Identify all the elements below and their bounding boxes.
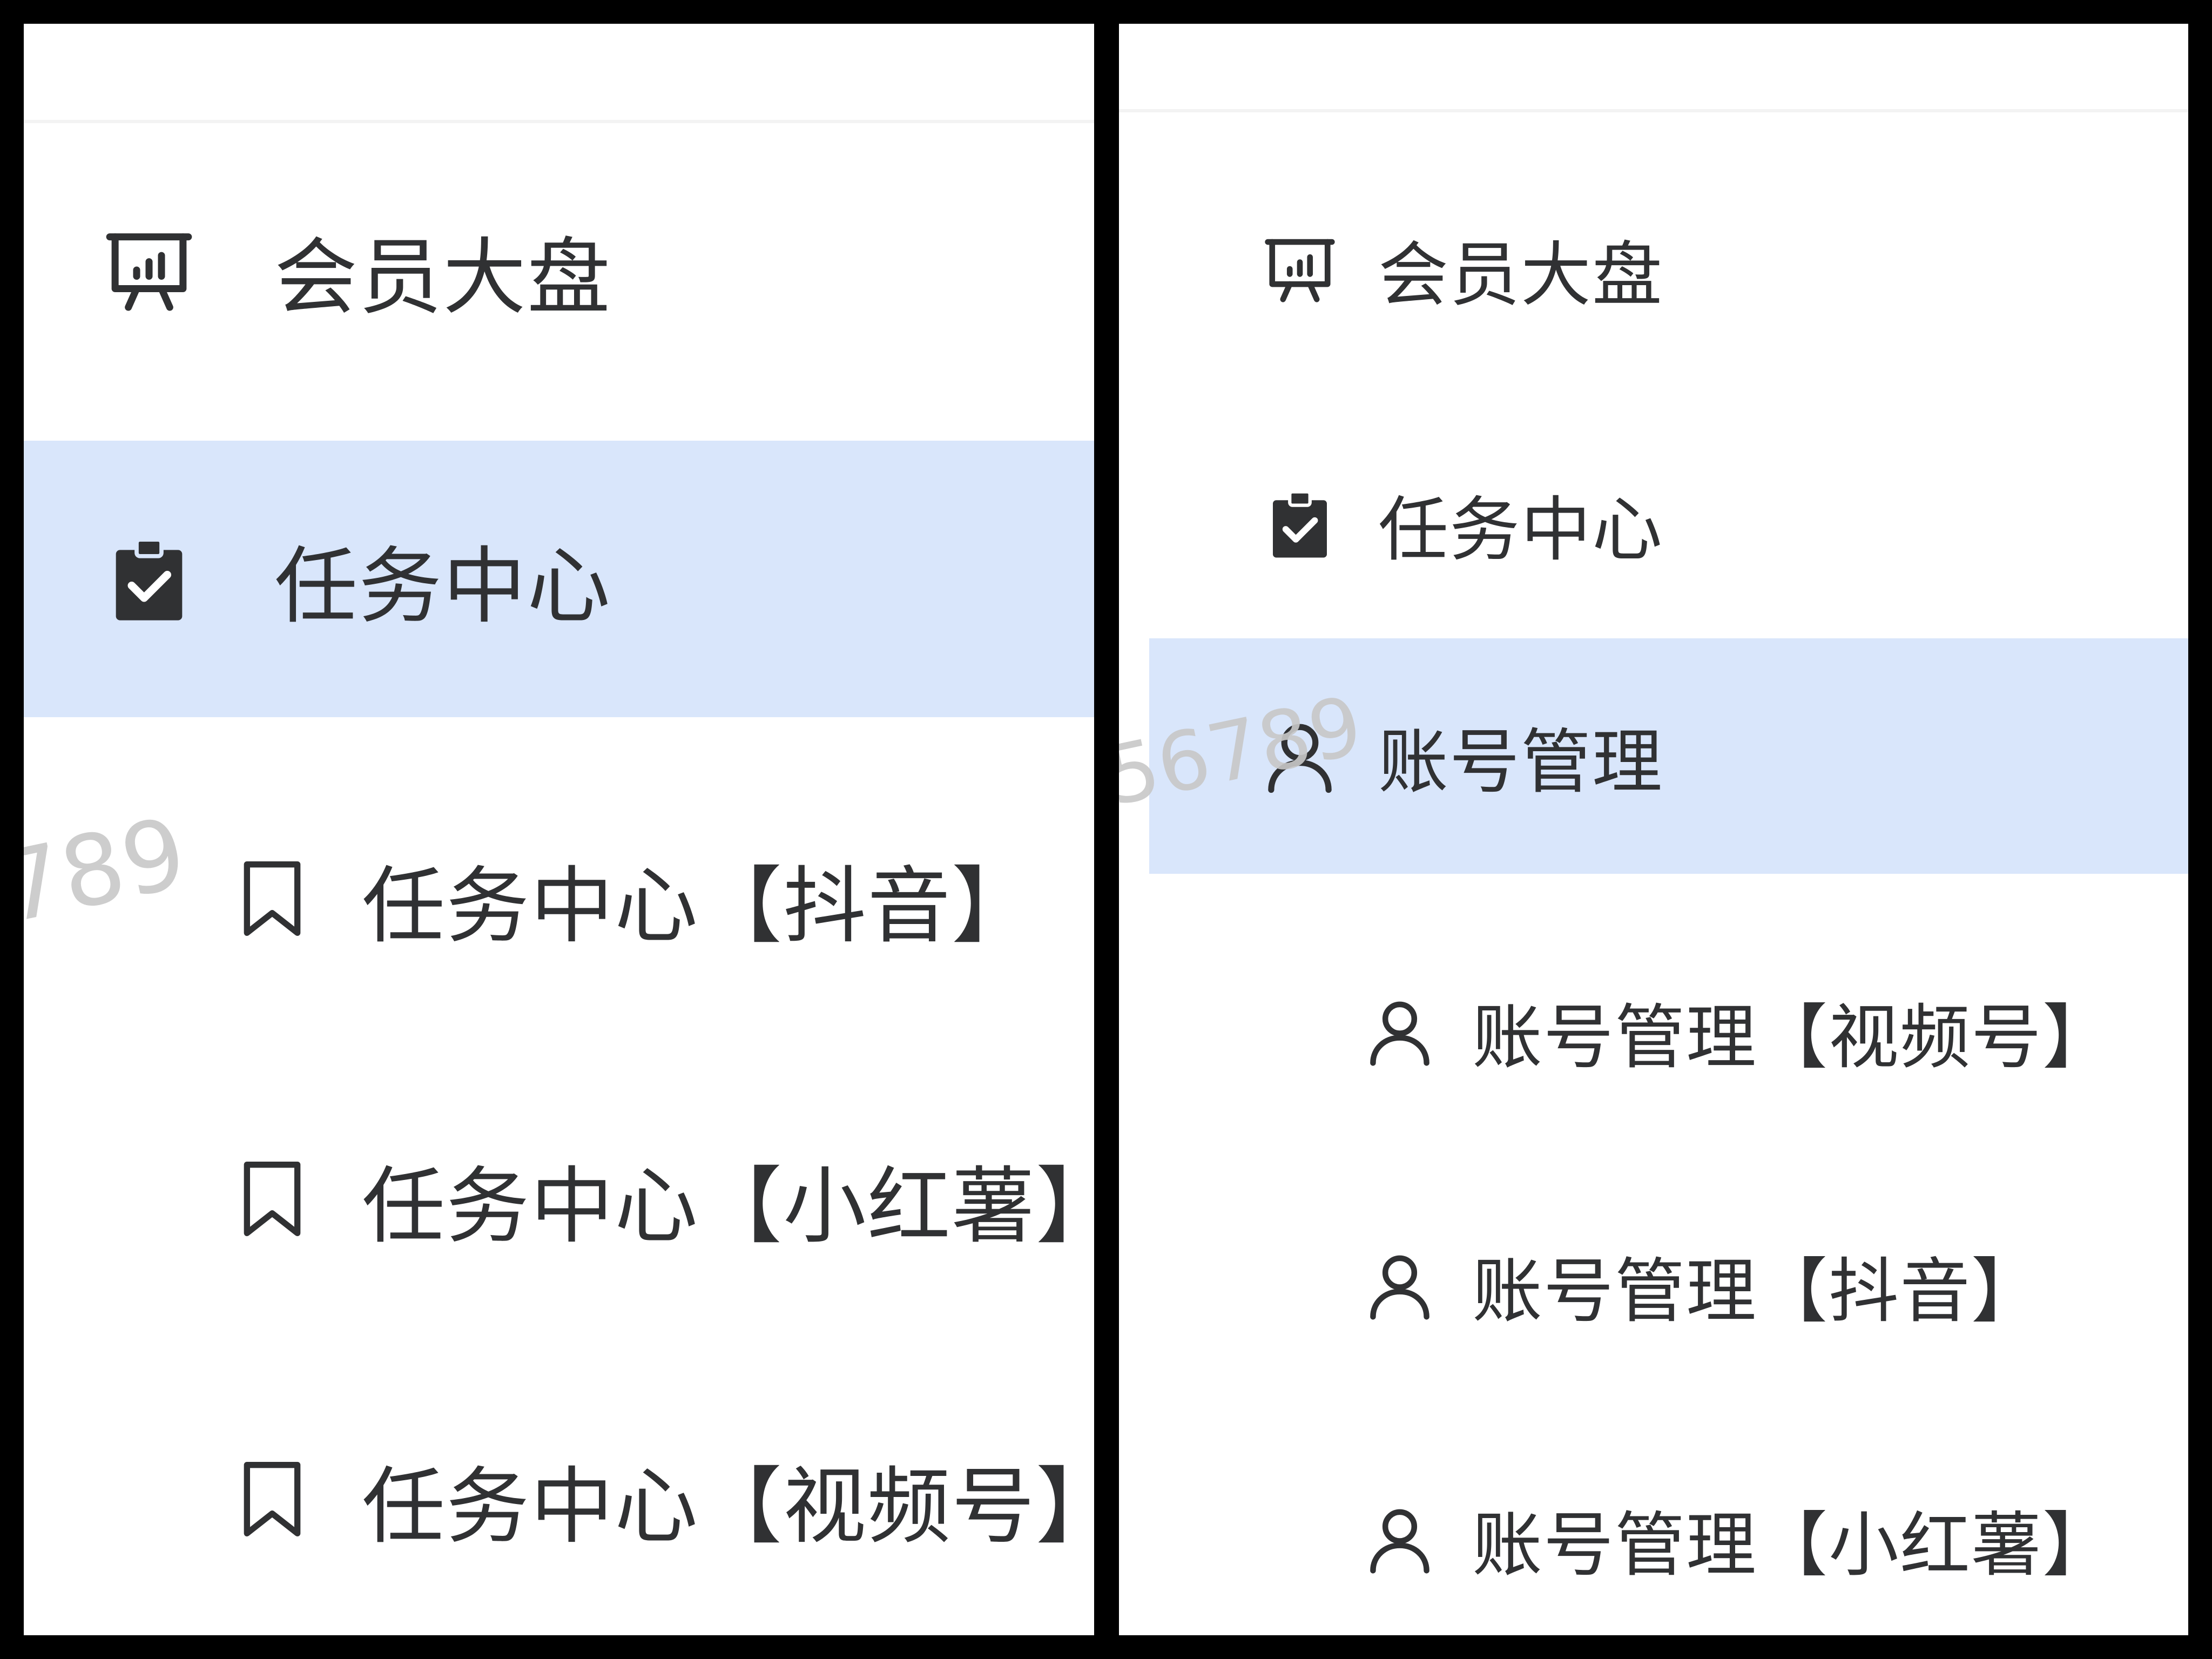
- right-sidebar-panel: 会员大盘 任务中心 账号管理 账号管理【视频号】 账号管理【抖音】 账号管理【小…: [1119, 24, 2188, 1635]
- presentation-board-icon: [99, 220, 199, 320]
- menu-label: 账号管理【视频号】: [1472, 996, 2114, 1078]
- menu-item-task-center[interactable]: 任务中心: [24, 441, 1094, 717]
- bookmark-icon: [229, 1449, 315, 1549]
- menu-item-task-center-douyin[interactable]: 任务中心【抖音】: [24, 796, 1094, 1001]
- menu-item-member-dashboard[interactable]: 会员大盘: [24, 200, 1094, 340]
- menu-item-account-xiaohongshu[interactable]: 账号管理【小红薯】: [1119, 1437, 2188, 1635]
- menu-label: 任务中心【视频号】: [362, 1458, 1094, 1555]
- menu-label: 会员大盘: [1378, 234, 1664, 316]
- menu-item-account-management[interactable]: 账号管理: [1149, 638, 2188, 874]
- menu-label: 任务中心【抖音】: [362, 858, 1036, 955]
- user-icon: [1362, 1245, 1438, 1326]
- menu-label: 任务中心: [274, 538, 612, 635]
- presentation-board-icon: [1259, 228, 1340, 309]
- menu-label: 账号管理【小红薯】: [1472, 1504, 2114, 1586]
- menu-label: 账号管理: [1378, 721, 1664, 803]
- sidebar-top-bar: [1119, 24, 2188, 112]
- menu-item-task-center-xiaohongshu[interactable]: 任务中心【小红薯】: [24, 1096, 1094, 1301]
- menu-item-task-center-shipinhao[interactable]: 任务中心【视频号】: [24, 1397, 1094, 1602]
- menu-label: 账号管理【抖音】: [1472, 1250, 2043, 1332]
- menu-item-member-dashboard[interactable]: 会员大盘: [1119, 166, 2188, 372]
- user-icon: [1362, 1499, 1438, 1580]
- menu-label: 会员大盘: [274, 229, 612, 326]
- menu-item-task-center[interactable]: 任务中心: [1119, 421, 2188, 626]
- bookmark-icon: [229, 1149, 315, 1249]
- menu-label: 任务中心【小红薯】: [362, 1158, 1094, 1255]
- user-icon: [1362, 991, 1438, 1072]
- bookmark-icon: [229, 849, 315, 948]
- left-sidebar-panel: 会员大盘 任务中心 任务中心【抖音】 任务中心【小红薯】 任务中心【视频号】 7…: [24, 24, 1094, 1635]
- menu-label: 任务中心: [1378, 489, 1664, 571]
- user-icon: [1259, 716, 1340, 797]
- menu-item-account-shipinhao[interactable]: 账号管理【视频号】: [1119, 929, 2188, 1134]
- clipboard-check-icon: [99, 529, 199, 629]
- clipboard-check-icon: [1259, 483, 1340, 564]
- sidebar-top-bar: [24, 24, 1094, 123]
- menu-item-account-douyin[interactable]: 账号管理【抖音】: [1119, 1183, 2188, 1388]
